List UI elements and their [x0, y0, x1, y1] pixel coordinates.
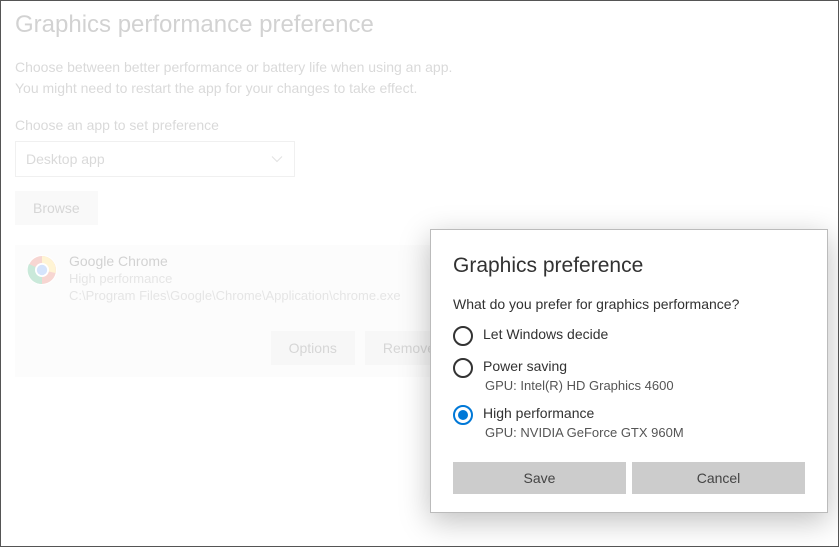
app-performance: High performance	[69, 271, 401, 286]
app-row-actions: Options Remove	[15, 311, 465, 377]
cancel-button[interactable]: Cancel	[632, 462, 805, 494]
app-name: Google Chrome	[69, 253, 401, 269]
save-button[interactable]: Save	[453, 462, 626, 494]
radio-group: Let Windows decide Power saving GPU: Int…	[453, 326, 805, 440]
radio-sublabel: GPU: Intel(R) HD Graphics 4600	[485, 378, 674, 393]
radio-label: Let Windows decide	[483, 326, 608, 342]
radio-sublabel: GPU: NVIDIA GeForce GTX 960M	[485, 425, 684, 440]
app-type-value: Desktop app	[26, 151, 105, 167]
radio-dot-icon	[458, 410, 468, 420]
graphics-preference-dialog: Graphics preference What do you prefer f…	[430, 229, 828, 513]
radio-power-saving[interactable]: Power saving GPU: Intel(R) HD Graphics 4…	[453, 358, 805, 393]
radio-label: Power saving	[483, 358, 674, 374]
options-button[interactable]: Options	[271, 331, 355, 365]
chevron-down-icon	[270, 152, 284, 166]
chrome-icon	[27, 255, 57, 285]
radio-icon-selected	[453, 405, 473, 425]
browse-button[interactable]: Browse	[15, 191, 98, 225]
app-type-select[interactable]: Desktop app	[15, 141, 295, 177]
radio-icon	[453, 358, 473, 378]
page-title: Graphics performance preference	[15, 11, 824, 39]
radio-let-windows-decide[interactable]: Let Windows decide	[453, 326, 805, 346]
radio-high-performance[interactable]: High performance GPU: NVIDIA GeForce GTX…	[453, 405, 805, 440]
radio-icon	[453, 326, 473, 346]
choose-app-label: Choose an app to set preference	[15, 117, 824, 133]
app-list-row[interactable]: Google Chrome High performance C:\Progra…	[15, 245, 465, 311]
radio-label: High performance	[483, 405, 684, 421]
desc-line-1: Choose between better performance or bat…	[15, 57, 824, 78]
dialog-title: Graphics preference	[453, 254, 805, 278]
dialog-question: What do you prefer for graphics performa…	[453, 296, 805, 312]
page-description: Choose between better performance or bat…	[15, 57, 824, 99]
app-path: C:\Program Files\Google\Chrome\Applicati…	[69, 288, 401, 303]
desc-line-2: You might need to restart the app for yo…	[15, 78, 824, 99]
